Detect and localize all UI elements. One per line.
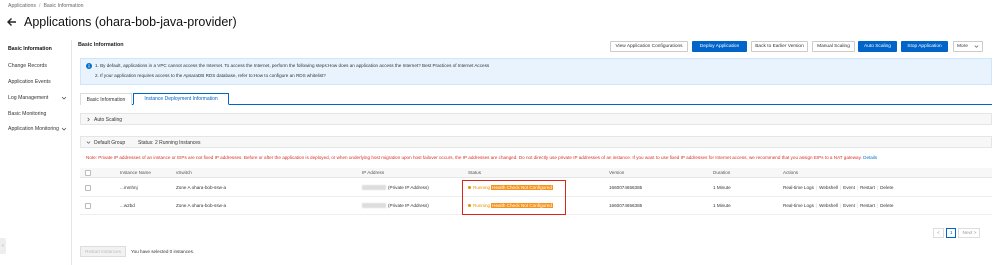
redacted-ip [362,203,386,209]
ip-address: (Private IP Address) [362,185,429,191]
column-actions: Actions [783,170,799,175]
column-ip-address: IP Address [362,170,385,175]
auto-scaling-label: Auto Scaling [94,117,123,123]
stop-application-button[interactable]: Stop Application [901,41,948,52]
restart-link[interactable]: Restart [860,203,875,208]
manual-scaling-button[interactable]: Manual Scaling [812,41,855,52]
warning-details-link[interactable]: Details [863,155,877,160]
breadcrumb-current: Basic Information [43,3,84,9]
redacted-ip [362,185,386,191]
vswitch: Zone A ohara-bob-ssw-a [176,203,227,208]
column-duration: Duration [713,170,731,175]
more-button[interactable]: More [953,41,983,52]
column-version: Version [609,170,625,175]
selected-count-text: You have selected 0 instances. [131,249,195,254]
restart-link[interactable]: Restart [860,185,875,190]
select-all-checkbox[interactable] [85,170,91,176]
webshell-link[interactable]: Webshell [819,203,838,208]
delete-link[interactable]: Delete [880,203,893,208]
event-link[interactable]: Event [843,185,855,190]
view-app-config-button[interactable]: View Application Configurations [610,41,688,52]
realtime-logs-link[interactable]: Real-time Logs [783,185,814,190]
breadcrumb-separator: / [38,3,41,9]
chevron-right-icon [87,117,90,122]
info-icon [86,63,92,69]
delete-link[interactable]: Delete [880,185,893,190]
sidebar-item-basic-information[interactable]: Basic Information [8,46,52,52]
back-to-earlier-version-button[interactable]: Back to Earlier Version [751,41,808,52]
pager-next[interactable]: Next > [958,228,981,238]
status-highlight-box [462,180,566,215]
column-vswitch: vSwitch [176,170,192,175]
notice-line-1: 1. By default, applications in a VPC can… [95,63,490,68]
instance-name: ...mmhnj [120,185,138,190]
sidebar-item-change-records[interactable]: Change Records [8,63,47,69]
column-instance-name: Instance Name [120,170,151,175]
sidebar-item-application-events[interactable]: Application Events [8,79,51,85]
tab-bar: Basic Information Instance Deployment In… [80,93,992,105]
tab-basic-information[interactable]: Basic Information [80,93,132,105]
instance-name: ...w2bd [120,203,135,208]
chevron-down-icon[interactable] [61,126,67,132]
section-title: Basic Information [78,42,124,48]
default-group-panel[interactable]: Default Group Status: 2 Running Instance… [80,136,992,148]
row-checkbox[interactable] [85,203,91,209]
sidebar-item-basic-monitoring[interactable]: Basic Monitoring [8,111,46,117]
chevron-down-icon [86,141,91,144]
sidebar-item-log-management[interactable]: Log Management [8,95,48,101]
tab-instance-deployment-information[interactable]: Instance Deployment Information [133,93,229,105]
back-arrow-icon[interactable] [6,16,18,28]
deploy-application-button[interactable]: Deploy Application [692,41,747,52]
breadcrumb-applications[interactable]: Applications [8,3,36,9]
chevron-down-icon [974,45,979,48]
ip-suffix: (Private IP Address) [388,203,429,208]
pager-page-1[interactable]: 1 [945,228,957,238]
warning-text: Note: Private IP addresses of an instanc… [86,155,862,160]
row-actions: Real-time Logs | Webshell | Event | Restart | De… [783,203,894,208]
title-row: Applications (ohara-bob-java-provider) [6,15,237,29]
row-actions: Real-time Logs | Webshell | Event | Restart | De… [783,185,894,190]
row-checkbox[interactable] [85,185,91,191]
version: 1660074656385 [609,203,643,208]
duration: 1 Minute [713,185,731,190]
version: 1660074656385 [609,185,643,190]
group-status: Status: 2 Running Instances [138,140,201,146]
table-header: Instance Name vSwitch IP Address Status … [80,168,992,178]
realtime-logs-link[interactable]: Real-time Logs [783,203,814,208]
breadcrumb: Applications / Basic Information [8,3,84,9]
auto-scaling-panel[interactable]: Auto Scaling [80,113,992,125]
restart-instances-button[interactable]: Restart Instances [80,246,126,257]
duration: 1 Minute [713,203,731,208]
pagination: < 1 Next > [933,228,981,238]
group-name: Default Group [94,140,126,146]
vswitch: Zone A ohara-bob-ssw-a [176,185,227,190]
chevron-down-icon[interactable] [61,95,67,101]
more-label: More [957,44,968,49]
sidebar-collapse-handle[interactable]: ‹ [0,238,6,254]
auto-scaling-button[interactable]: Auto Scaling [858,41,897,52]
pager-prev[interactable]: < [933,228,944,238]
sidebar-item-application-monitoring[interactable]: Application Monitoring [8,126,59,132]
ip-address: (Private IP Address) [362,203,429,209]
info-notice: 1. By default, applications in a VPC can… [80,58,992,85]
page-title: Applications (ohara-bob-java-provider) [24,15,237,29]
ip-suffix: (Private IP Address) [388,185,429,190]
column-status: Status [468,170,482,175]
notice-line-2: 2. If your application requires access t… [95,73,326,78]
sidebar: Basic Information Change Records Applica… [0,40,72,265]
webshell-link[interactable]: Webshell [819,185,838,190]
event-link[interactable]: Event [843,203,855,208]
ip-warning: Note: Private IP addresses of an instanc… [86,155,877,160]
